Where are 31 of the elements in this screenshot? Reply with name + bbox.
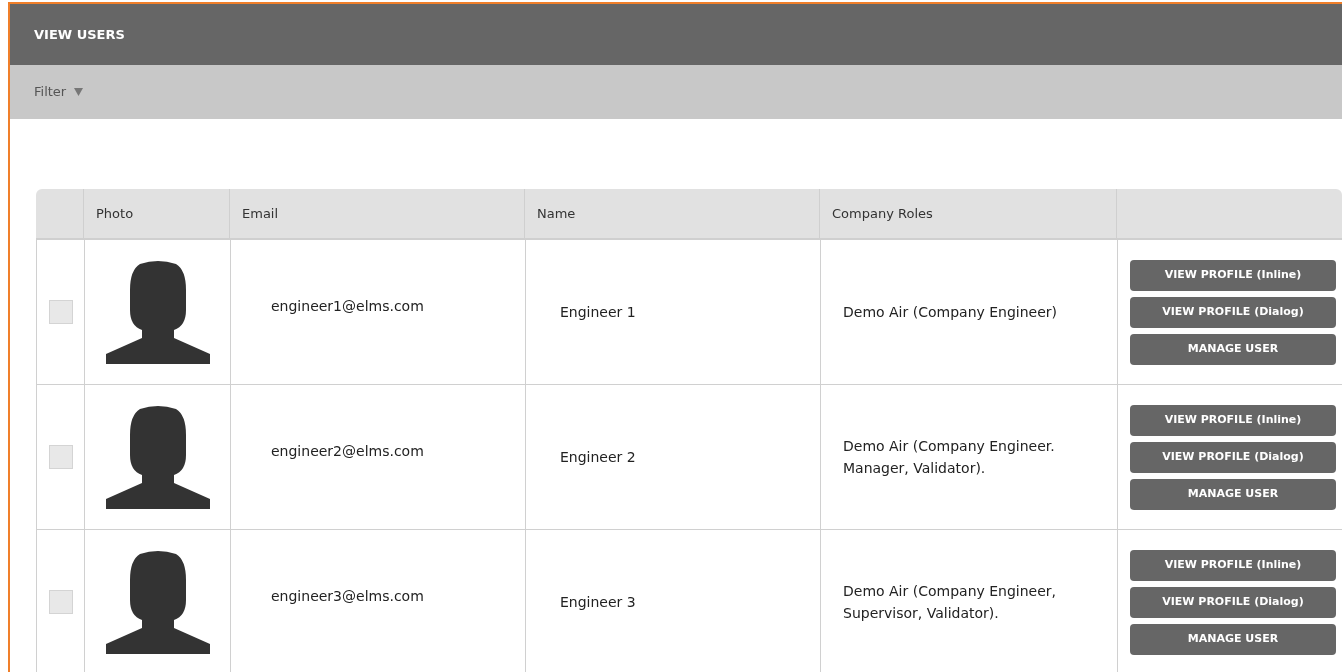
name-text: Engineer 3 xyxy=(560,592,636,612)
avatar-silhouette-icon xyxy=(105,405,210,509)
action-button[interactable]: VIEW PROFILE (Inline) xyxy=(1130,549,1336,581)
page-title: VIEW USERS xyxy=(34,25,125,44)
action-button[interactable]: VIEW PROFILE (Inline) xyxy=(1130,259,1336,291)
column-header: Company Roles xyxy=(832,204,933,223)
caret-icon xyxy=(74,88,84,96)
row-checkbox[interactable] xyxy=(48,590,73,614)
column-header: Photo xyxy=(96,204,134,223)
roles-text: Demo Air (Company Engineer) xyxy=(843,303,1058,322)
avatar-silhouette-icon xyxy=(105,550,210,654)
action-button[interactable]: VIEW PROFILE (Dialog) xyxy=(1130,586,1336,618)
action-button[interactable]: VIEW PROFILE (Inline) xyxy=(1130,404,1336,436)
column-header: Email xyxy=(242,204,279,223)
action-button[interactable]: MANAGE USER xyxy=(1130,333,1336,365)
row-checkbox[interactable] xyxy=(48,445,73,469)
roles-text: Demo Air (Company Engineer, Supervisor, Validator). xyxy=(843,582,1058,623)
email-text: engineer3@elms.com xyxy=(271,586,424,606)
column-header: Name xyxy=(537,204,576,223)
name-text: Engineer 1 xyxy=(560,302,636,322)
action-button[interactable]: VIEW PROFILE (Dialog) xyxy=(1130,441,1336,473)
filter-toggle[interactable]: Filter xyxy=(34,82,84,102)
row-checkbox[interactable] xyxy=(48,300,73,324)
action-button[interactable]: MANAGE USER xyxy=(1130,623,1336,655)
email-text: engineer1@elms.com xyxy=(271,296,424,316)
name-text: Engineer 2 xyxy=(560,447,636,467)
action-button[interactable]: VIEW PROFILE (Dialog) xyxy=(1130,296,1336,328)
action-button[interactable]: MANAGE USER xyxy=(1130,478,1336,510)
avatar-silhouette-icon xyxy=(105,260,210,364)
roles-text: Demo Air (Company Engineer. Manager, Validator). xyxy=(843,437,1056,478)
email-text: engineer2@elms.com xyxy=(271,441,424,461)
